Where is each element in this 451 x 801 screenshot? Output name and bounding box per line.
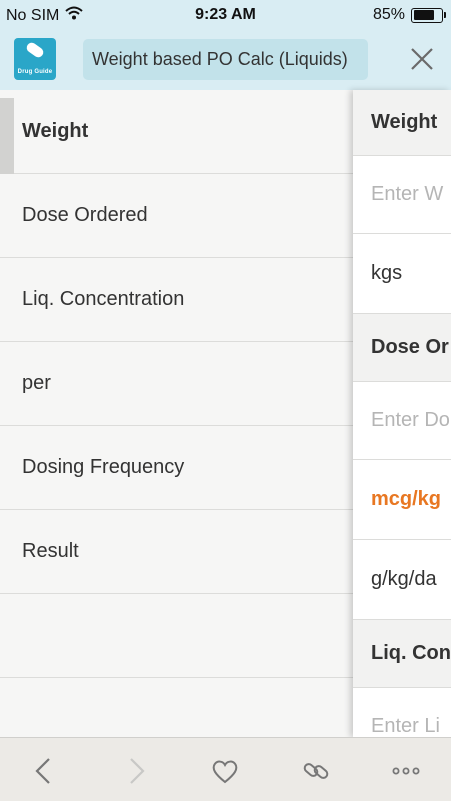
close-button[interactable] — [406, 45, 438, 75]
concentration-section-header: Liq. Con — [353, 620, 451, 688]
app-name: Drug Guide — [17, 69, 53, 75]
list-item-empty — [0, 594, 353, 678]
list-item-dose-ordered[interactable]: Dose Ordered — [0, 174, 353, 258]
more-button[interactable] — [391, 756, 421, 786]
field-list: Weight Dose Ordered Liq. Concentration p… — [0, 90, 353, 678]
heart-icon — [212, 760, 238, 784]
more-icon — [392, 767, 420, 775]
list-item-label: Result — [22, 540, 79, 562]
status-bar: No SIM 9:23 AM 85% — [0, 0, 451, 30]
list-item-result[interactable]: Result — [0, 510, 353, 594]
status-right: 85% — [372, 6, 446, 24]
list-item-liq-concentration[interactable]: Liq. Concentration — [0, 258, 353, 342]
list-item-label: Dose Ordered — [22, 204, 148, 226]
concentration-input[interactable]: Enter Li — [353, 688, 451, 737]
forward-button[interactable] — [121, 756, 151, 786]
chevron-right-icon — [130, 758, 145, 784]
dose-unit-option-selected[interactable]: mcg/kg — [353, 460, 451, 540]
back-button[interactable] — [29, 756, 59, 786]
list-item-weight[interactable]: Weight — [0, 90, 353, 174]
link-icon — [303, 763, 329, 779]
list-item-label: Liq. Concentration — [22, 288, 185, 310]
list-item-per[interactable]: per — [0, 342, 353, 426]
link-button[interactable] — [301, 756, 331, 786]
page-title: Weight based PO Calc (Liquids) — [83, 39, 368, 80]
list-item-dosing-frequency[interactable]: Dosing Frequency — [0, 426, 353, 510]
chevron-left-icon — [35, 758, 50, 784]
bottom-toolbar — [0, 737, 451, 801]
favorite-button[interactable] — [210, 756, 240, 786]
calculator-panel: Weight Enter W kgs Dose Or Enter Do mcg/… — [353, 90, 451, 737]
dose-input[interactable]: Enter Do — [353, 382, 451, 460]
weight-section-header: Weight — [353, 90, 451, 156]
list-item-label: per — [22, 372, 51, 394]
close-icon — [411, 48, 433, 70]
dose-section-header: Dose Or — [353, 314, 451, 382]
nav-bar: Drug Guide Weight based PO Calc (Liquids… — [0, 30, 451, 90]
weight-input[interactable]: Enter W — [353, 156, 451, 234]
list-item-label: Weight — [22, 120, 89, 142]
weight-unit-option[interactable]: kgs — [353, 234, 451, 314]
app-logo-icon: Drug Guide — [14, 38, 56, 80]
list-item-label: Dosing Frequency — [22, 456, 185, 478]
dose-unit-option[interactable]: g/kg/da — [353, 540, 451, 620]
battery-icon — [411, 7, 446, 23]
battery-percent: 85% — [372, 6, 405, 23]
